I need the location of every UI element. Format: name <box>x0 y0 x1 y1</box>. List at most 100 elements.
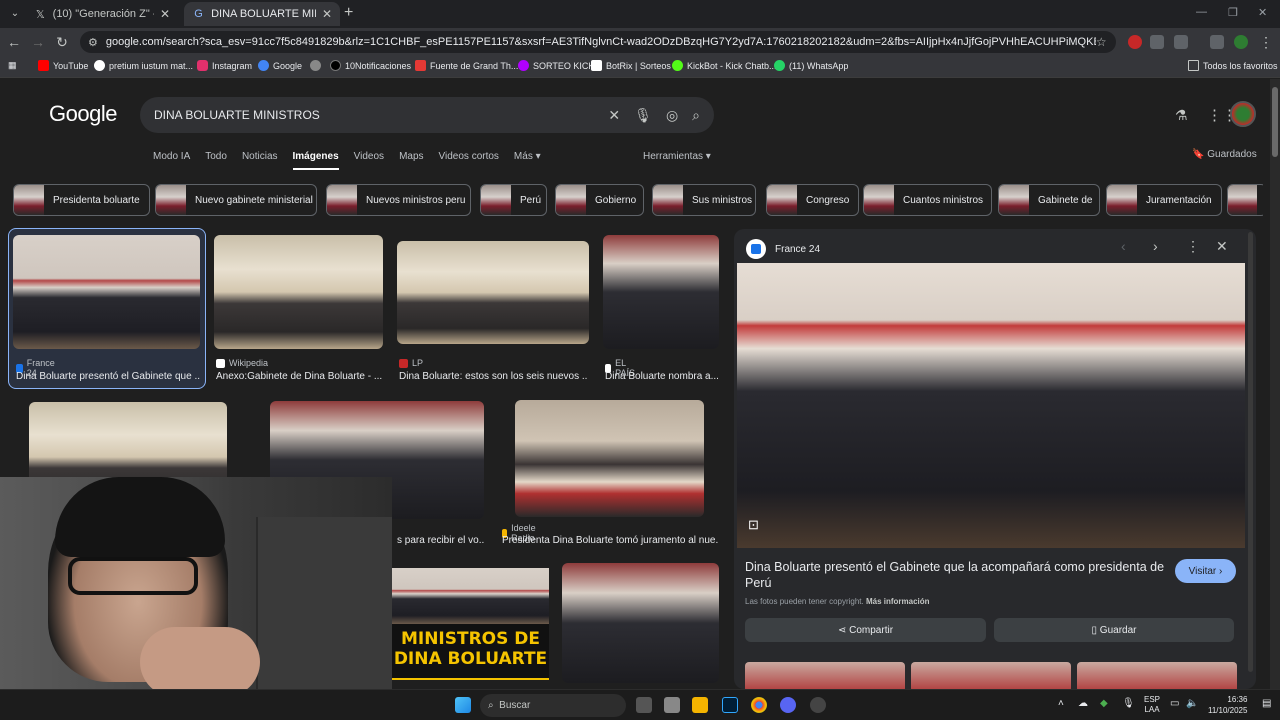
chip[interactable]: Juramentación <box>1106 184 1222 216</box>
result-caption[interactable]: Dina Boluarte nombra a... <box>605 371 719 382</box>
chip[interactable] <box>1227 184 1263 216</box>
tab-x-generacion-z[interactable]: 𝕏 (10) "Generación Z" - Buscar / X ✕ <box>26 2 178 26</box>
bookmark-google[interactable]: Google <box>258 60 302 71</box>
chip[interactable]: Congreso <box>766 184 859 216</box>
volume-icon[interactable]: 🔈 <box>1186 698 1198 709</box>
next-icon[interactable]: › <box>1153 238 1158 254</box>
extensions-puzzle-icon[interactable] <box>1174 35 1188 49</box>
scrollbar-thumb[interactable] <box>1272 87 1278 157</box>
profile-avatar[interactable] <box>1234 35 1248 49</box>
tab-google-search[interactable]: G DINA BOLUARTE MINISTROS - ✕ <box>184 2 340 26</box>
bookmark-star-icon[interactable]: ☆ <box>1096 35 1107 49</box>
tab-videos[interactable]: Videos <box>354 151 384 170</box>
related-thumbnail[interactable] <box>1077 662 1237 689</box>
chevron-up-icon[interactable]: ˄ <box>1058 698 1064 709</box>
result-caption[interactable]: Presidenta Dina Boluarte tomó juramento … <box>502 535 718 546</box>
bookmark-unnamed[interactable] <box>310 60 325 71</box>
bookmark-instagram[interactable]: Instagram <box>197 60 252 71</box>
labs-flask-icon[interactable]: ⚗ <box>1175 107 1188 124</box>
microphone-icon[interactable]: 🎙 <box>1122 698 1135 709</box>
menu-dots-icon[interactable]: ⋮ <box>1258 34 1274 50</box>
bookmark-botrix[interactable]: BotRix | Sorteos <box>591 60 671 71</box>
related-thumbnail[interactable] <box>911 662 1071 689</box>
extension-icon[interactable] <box>1128 35 1142 49</box>
chip[interactable]: Presidenta boluarte <box>13 184 150 216</box>
panel-source-header[interactable]: France 24 <box>746 239 820 259</box>
more-info-link[interactable]: Más información <box>866 597 930 606</box>
preview-image[interactable] <box>737 263 1245 548</box>
taskbar-search[interactable]: ⌕ Buscar <box>480 694 626 717</box>
bookmark-pretium[interactable]: pretium iustum mat... <box>94 60 193 71</box>
share-button[interactable]: ⋖ Compartir <box>745 618 986 642</box>
bookmark-10notificaciones[interactable]: 10Notificaciones <box>330 60 411 71</box>
chip[interactable]: Gabinete de <box>998 184 1100 216</box>
search-input[interactable]: DINA BOLUARTE MINISTROS <box>154 108 594 122</box>
saved-link[interactable]: 🔖 Guardados <box>1192 149 1257 160</box>
result-thumbnail[interactable] <box>562 563 719 683</box>
chip[interactable]: Cuantos ministros <box>863 184 992 216</box>
task-view-icon[interactable] <box>636 697 652 713</box>
language-indicator[interactable]: ESP LAA <box>1144 695 1160 715</box>
microphone-icon[interactable]: 🎙 <box>634 107 652 124</box>
discord-icon[interactable] <box>780 697 796 713</box>
tab-maps[interactable]: Maps <box>399 151 423 170</box>
google-logo[interactable]: Google <box>49 101 117 127</box>
chip[interactable]: Nuevos ministros peru <box>326 184 471 216</box>
bookmark-youtube[interactable]: YouTube <box>38 60 88 71</box>
restore-icon[interactable]: ❐ <box>1228 6 1238 19</box>
result-thumbnail[interactable] <box>515 400 704 517</box>
address-bar[interactable]: ⚙ google.com/search?sca_esv=91cc7f5c8491… <box>80 31 1116 53</box>
lens-search-icon[interactable]: ⊡ <box>748 517 766 535</box>
file-explorer-icon[interactable] <box>692 697 708 713</box>
close-panel-icon[interactable]: ✕ <box>1216 238 1228 255</box>
bookmark-kickbot[interactable]: KickBot - Kick Chatb... <box>672 60 777 71</box>
related-thumbnail[interactable] <box>745 662 905 689</box>
windows-start-icon[interactable] <box>455 697 471 713</box>
security-icon[interactable]: ◆ <box>1100 698 1108 709</box>
tab-noticias[interactable]: Noticias <box>242 151 278 170</box>
onedrive-icon[interactable]: ☁ <box>1078 698 1088 709</box>
close-tab-icon[interactable]: ✕ <box>322 7 332 21</box>
bookmark-sorteo-kick[interactable]: SORTEO KICK <box>518 60 594 71</box>
result-caption[interactable]: Dina Boluarte presentó el Gabinete que .… <box>16 371 200 382</box>
reading-list-icon[interactable] <box>1210 35 1224 49</box>
bookmark-fuente-gta[interactable]: Fuente de Grand Th... <box>415 60 518 71</box>
tab-videos-cortos[interactable]: Videos cortos <box>439 151 499 170</box>
site-info-icon[interactable]: ⚙ <box>88 36 98 49</box>
page-scrollbar[interactable] <box>1270 79 1280 689</box>
tab-modo-ia[interactable]: Modo IA <box>153 151 190 170</box>
more-options-icon[interactable]: ⋮ <box>1186 238 1200 255</box>
result-caption[interactable]: Dina Boluarte: estos son los seis nuevos… <box>399 371 587 382</box>
all-bookmarks-folder[interactable]: Todos los favoritos <box>1188 60 1278 71</box>
photoshop-icon[interactable] <box>722 697 738 713</box>
tab-mas[interactable]: Más ▾ <box>514 151 541 170</box>
tab-imagenes[interactable]: Imágenes <box>292 151 339 170</box>
visit-button[interactable]: Visitar › <box>1175 559 1236 583</box>
tab-todo[interactable]: Todo <box>205 151 227 170</box>
reload-icon[interactable]: ↻ <box>54 34 70 50</box>
result-thumbnail[interactable] <box>13 235 200 349</box>
result-thumbnail[interactable] <box>397 241 589 344</box>
chip[interactable]: Perú <box>480 184 547 216</box>
chip[interactable]: Sus ministros <box>652 184 756 216</box>
search-box[interactable]: DINA BOLUARTE MINISTROS ✕ 🎙 ◎ ⌕ <box>140 97 714 133</box>
network-icon[interactable]: ▭ <box>1170 698 1179 709</box>
result-thumbnail[interactable]: MINISTROS DE DINA BOLUARTE <box>392 568 549 680</box>
back-icon[interactable]: ← <box>6 34 22 50</box>
minimize-icon[interactable]: — <box>1196 6 1207 18</box>
chip[interactable]: Nuevo gabinete ministerial <box>155 184 317 216</box>
notifications-icon[interactable]: ▤ <box>1262 698 1271 709</box>
previous-icon[interactable]: ‹ <box>1121 238 1126 254</box>
panel-scrollbar[interactable] <box>1248 232 1253 672</box>
lens-icon[interactable]: ◎ <box>666 107 678 124</box>
tools-dropdown[interactable]: Herramientas ▾ <box>643 151 711 162</box>
result-caption[interactable]: Anexo:Gabinete de Dina Boluarte - ... <box>216 371 382 382</box>
close-window-icon[interactable]: ✕ <box>1258 6 1267 19</box>
chip[interactable]: Gobierno <box>555 184 644 216</box>
account-avatar[interactable] <box>1230 101 1256 127</box>
result-thumbnail[interactable] <box>214 235 383 349</box>
forward-icon[interactable]: → <box>30 34 46 50</box>
chrome-icon[interactable] <box>751 697 767 713</box>
extension-icon[interactable] <box>1150 35 1164 49</box>
new-tab-button[interactable]: + <box>344 4 353 22</box>
